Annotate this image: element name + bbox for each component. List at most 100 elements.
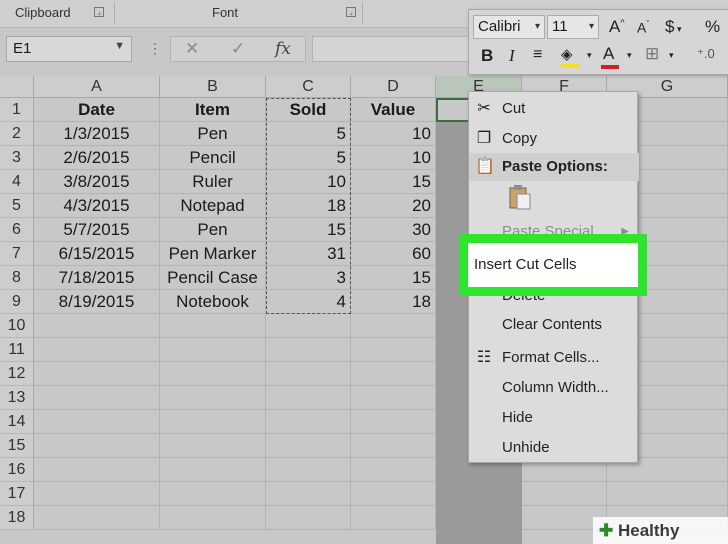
row-header[interactable]: 13 [0, 386, 34, 410]
row-header[interactable]: 7 [0, 242, 34, 266]
cell[interactable] [266, 482, 351, 506]
data-cell[interactable]: 31 [266, 242, 351, 266]
row-header[interactable]: 4 [0, 170, 34, 194]
data-cell[interactable]: 4 [266, 290, 351, 314]
cell[interactable] [266, 314, 351, 338]
data-cell[interactable]: 15 [266, 218, 351, 242]
data-cell[interactable]: 2/6/2015 [34, 146, 160, 170]
cell[interactable] [160, 506, 266, 530]
row-header[interactable]: 17 [0, 482, 34, 506]
align-center-icon[interactable]: ≡ [533, 46, 542, 64]
insert-function-icon[interactable]: fx [275, 39, 291, 59]
increase-decimal-icon[interactable]: ⁺.0 [697, 46, 715, 62]
menu-item-insert-cut-cells[interactable]: Insert Cut Cells [468, 243, 638, 287]
cell[interactable] [160, 362, 266, 386]
column-header-a[interactable]: A [34, 76, 160, 98]
cell[interactable] [522, 482, 607, 506]
menu-item-format-cells[interactable]: ☷ Format Cells... [469, 344, 639, 372]
cell[interactable] [351, 338, 436, 362]
chevron-down-icon[interactable]: ▾ [587, 50, 592, 61]
cell[interactable] [34, 338, 160, 362]
chevron-down-icon[interactable]: ▼ [114, 40, 125, 52]
column-header-d[interactable]: D [351, 76, 436, 98]
data-cell[interactable]: 10 [351, 122, 436, 146]
data-cell[interactable]: 7/18/2015 [34, 266, 160, 290]
row-header[interactable]: 11 [0, 338, 34, 362]
font-size-dropdown[interactable]: 11 ▾ [547, 15, 599, 39]
cell[interactable] [266, 338, 351, 362]
header-cell[interactable]: Item [160, 98, 266, 122]
data-cell[interactable]: 30 [351, 218, 436, 242]
chevron-down-icon[interactable]: ▾ [535, 16, 540, 38]
cell[interactable] [266, 458, 351, 482]
cell[interactable] [351, 410, 436, 434]
data-cell[interactable]: 18 [266, 194, 351, 218]
cell[interactable] [351, 482, 436, 506]
data-cell[interactable]: 15 [351, 170, 436, 194]
chevron-down-icon[interactable]: ▾ [627, 50, 632, 61]
data-cell[interactable]: 1/3/2015 [34, 122, 160, 146]
row-header[interactable]: 9 [0, 290, 34, 314]
borders-icon[interactable]: ⊞ [645, 44, 659, 64]
paste-option-icon[interactable] [506, 183, 534, 211]
cell[interactable] [351, 434, 436, 458]
row-header[interactable]: 12 [0, 362, 34, 386]
data-cell[interactable]: 6/15/2015 [34, 242, 160, 266]
cell[interactable] [160, 386, 266, 410]
grow-font-button[interactable]: A^ [609, 17, 625, 37]
data-cell[interactable]: 10 [351, 146, 436, 170]
menu-item-unhide[interactable]: Unhide [469, 434, 639, 462]
data-cell[interactable]: 5/7/2015 [34, 218, 160, 242]
data-cell[interactable]: 4/3/2015 [34, 194, 160, 218]
clipboard-launcher-icon[interactable]: ⌟ [94, 7, 104, 17]
cell[interactable] [34, 434, 160, 458]
row-header[interactable]: 6 [0, 218, 34, 242]
cell[interactable] [160, 458, 266, 482]
menu-item-clear-contents[interactable]: Clear Contents [469, 311, 639, 339]
percent-button[interactable]: % [705, 17, 720, 37]
header-cell[interactable]: Date [34, 98, 160, 122]
chevron-down-icon[interactable]: ▾ [669, 50, 674, 61]
data-cell[interactable]: 5 [266, 146, 351, 170]
data-cell[interactable]: Notepad [160, 194, 266, 218]
enter-icon[interactable]: ✓ [231, 39, 245, 59]
font-color-button[interactable]: A [601, 44, 619, 69]
shrink-font-button[interactable]: Aˇ [637, 19, 649, 36]
cell[interactable] [266, 434, 351, 458]
row-header[interactable]: 16 [0, 458, 34, 482]
font-name-dropdown[interactable]: Calibri ▾ [473, 15, 545, 39]
cell[interactable] [266, 410, 351, 434]
column-header-b[interactable]: B [160, 76, 266, 98]
menu-item-copy[interactable]: ❐ Copy [469, 125, 639, 153]
cell[interactable] [160, 410, 266, 434]
cell[interactable] [351, 314, 436, 338]
data-cell[interactable]: Pen [160, 122, 266, 146]
cell[interactable] [34, 386, 160, 410]
data-cell[interactable]: 8/19/2015 [34, 290, 160, 314]
cell[interactable] [266, 506, 351, 530]
drag-handle-icon[interactable]: ⋮ [148, 40, 162, 57]
row-header[interactable]: 5 [0, 194, 34, 218]
row-header[interactable]: 2 [0, 122, 34, 146]
cell[interactable] [160, 314, 266, 338]
row-header[interactable]: 1 [0, 98, 34, 122]
cell[interactable] [34, 362, 160, 386]
menu-item-hide[interactable]: Hide [469, 404, 639, 432]
cell[interactable] [351, 458, 436, 482]
cell[interactable] [34, 506, 160, 530]
font-launcher-icon[interactable]: ⌟ [346, 7, 356, 17]
cell[interactable] [160, 434, 266, 458]
cell[interactable] [351, 506, 436, 530]
row-header[interactable]: 10 [0, 314, 34, 338]
header-cell[interactable]: Sold [266, 98, 351, 122]
cell[interactable] [34, 458, 160, 482]
cell[interactable] [34, 314, 160, 338]
row-header[interactable]: 15 [0, 434, 34, 458]
data-cell[interactable]: Pen Marker [160, 242, 266, 266]
menu-item-column-width[interactable]: Column Width... [469, 374, 639, 402]
data-cell[interactable]: Notebook [160, 290, 266, 314]
cell[interactable] [266, 362, 351, 386]
currency-button[interactable]: $ ▾ [665, 17, 682, 37]
row-header[interactable]: 8 [0, 266, 34, 290]
data-cell[interactable]: Ruler [160, 170, 266, 194]
